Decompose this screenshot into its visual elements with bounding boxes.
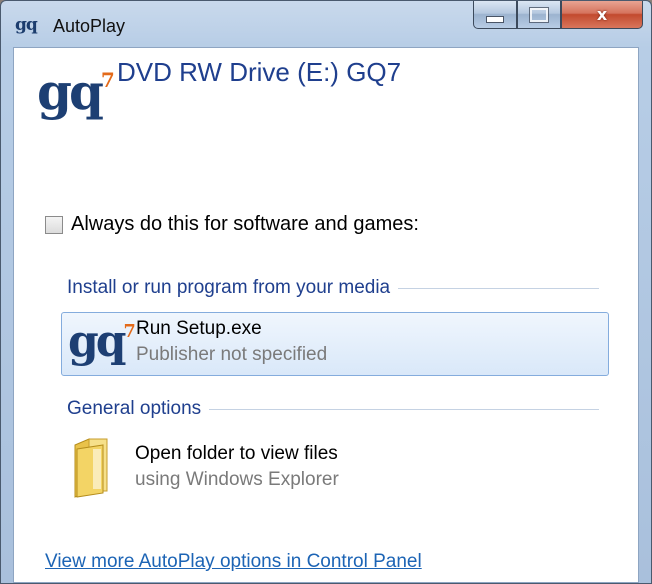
run-setup-publisher: Publisher not specified [136, 344, 328, 365]
always-do-this-checkbox[interactable] [45, 215, 63, 234]
title-bar[interactable]: gq AutoPlay x [1, 1, 651, 47]
drive-title: DVD RW Drive (E:) GQ7 [117, 57, 402, 87]
maximize-button[interactable] [517, 1, 561, 29]
always-do-this-label[interactable]: Always do this for software and games: [71, 213, 419, 236]
caption-buttons: x [473, 1, 643, 31]
install-section-header: Install or run program from your media [67, 277, 599, 299]
run-setup-title: Run Setup.exe [136, 318, 262, 339]
device-logo-icon: gq7 [37, 62, 115, 121]
window-title: AutoPlay [53, 16, 126, 36]
section-divider [398, 287, 599, 289]
setup-logo-icon: gq7 [68, 316, 136, 367]
close-icon: x [596, 5, 608, 24]
minimize-icon [486, 16, 504, 23]
maximize-icon [529, 6, 549, 23]
minimize-button[interactable] [473, 1, 517, 29]
general-section-header: General options [67, 398, 599, 420]
general-section-title: General options [67, 398, 202, 419]
run-setup-option[interactable]: gq7 Run Setup.exe Publisher not specifie… [61, 312, 609, 376]
open-folder-subtitle: using Windows Explorer [135, 469, 339, 490]
logo-superscript: 7 [100, 68, 115, 93]
section-divider [209, 408, 599, 410]
autoplay-window: gq AutoPlay x gq7 DVD RW Drive (E:) GQ7 … [0, 0, 652, 584]
open-folder-title: Open folder to view files [135, 443, 338, 464]
close-button[interactable]: x [561, 1, 643, 29]
folder-icon [74, 438, 108, 498]
app-logo-icon: gq [15, 15, 38, 35]
always-do-this-row[interactable]: Always do this for software and games: [45, 213, 419, 236]
install-section-title: Install or run program from your media [67, 277, 391, 298]
open-folder-option[interactable]: Open folder to view files using Windows … [61, 433, 609, 503]
control-panel-link[interactable]: View more AutoPlay options in Control Pa… [45, 551, 422, 573]
